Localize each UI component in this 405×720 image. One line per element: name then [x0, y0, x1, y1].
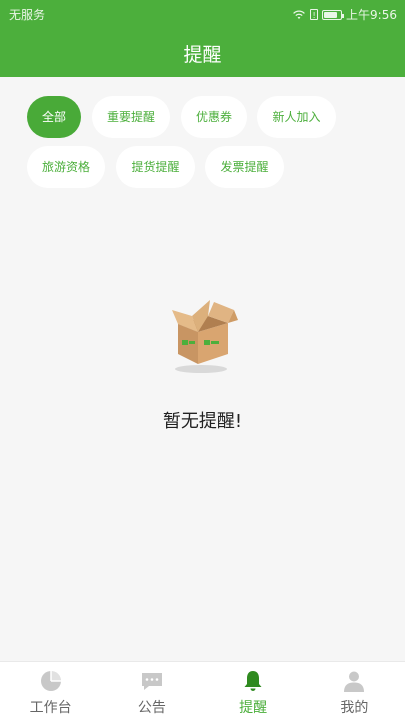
pie-chart-icon [40, 671, 61, 691]
tab-reminder[interactable]: 提醒 [203, 662, 304, 720]
message-icon [141, 673, 162, 690]
tab-label: 工作台 [29, 700, 72, 716]
person-icon [344, 671, 365, 692]
clock: 上午9:56 [346, 8, 397, 22]
page-title: 提醒 [183, 44, 222, 66]
bell-icon [244, 671, 262, 691]
tab-announcement[interactable]: 公告 [101, 662, 202, 720]
tab-mine[interactable]: 我的 [304, 662, 405, 720]
status-indicators: ! 上午9:56 [292, 6, 397, 23]
bottom-tab-bar: 工作台 公告 提醒 我的 [0, 661, 405, 720]
status-bar: 无服务 ! 上午9:56 [0, 0, 405, 28]
sim-alert-icon: ! [310, 9, 319, 20]
box-icon [172, 300, 238, 373]
wifi-icon [293, 10, 305, 19]
tab-label: 我的 [340, 700, 369, 716]
empty-state-message: 暂无提醒! [162, 411, 243, 432]
header: 无服务 ! 上午9:56 提醒 [0, 0, 405, 77]
filter-chip-important[interactable]: 重要提醒 [92, 96, 170, 138]
tab-label: 提醒 [239, 700, 268, 716]
filter-chip-all[interactable]: 全部 [27, 96, 81, 138]
carrier-label: 无服务 [9, 8, 46, 22]
tab-workbench[interactable]: 工作台 [0, 662, 101, 720]
filter-chip-pickup[interactable]: 提货提醒 [116, 146, 195, 188]
tab-label: 公告 [137, 700, 166, 716]
filter-chip-new-member[interactable]: 新人加入 [257, 96, 336, 138]
filter-chip-travel[interactable]: 旅游资格 [27, 146, 105, 188]
filter-chip-invoice[interactable]: 发票提醒 [205, 146, 284, 188]
filter-chip-coupon[interactable]: 优惠券 [181, 96, 247, 138]
battery-icon [322, 9, 345, 20]
